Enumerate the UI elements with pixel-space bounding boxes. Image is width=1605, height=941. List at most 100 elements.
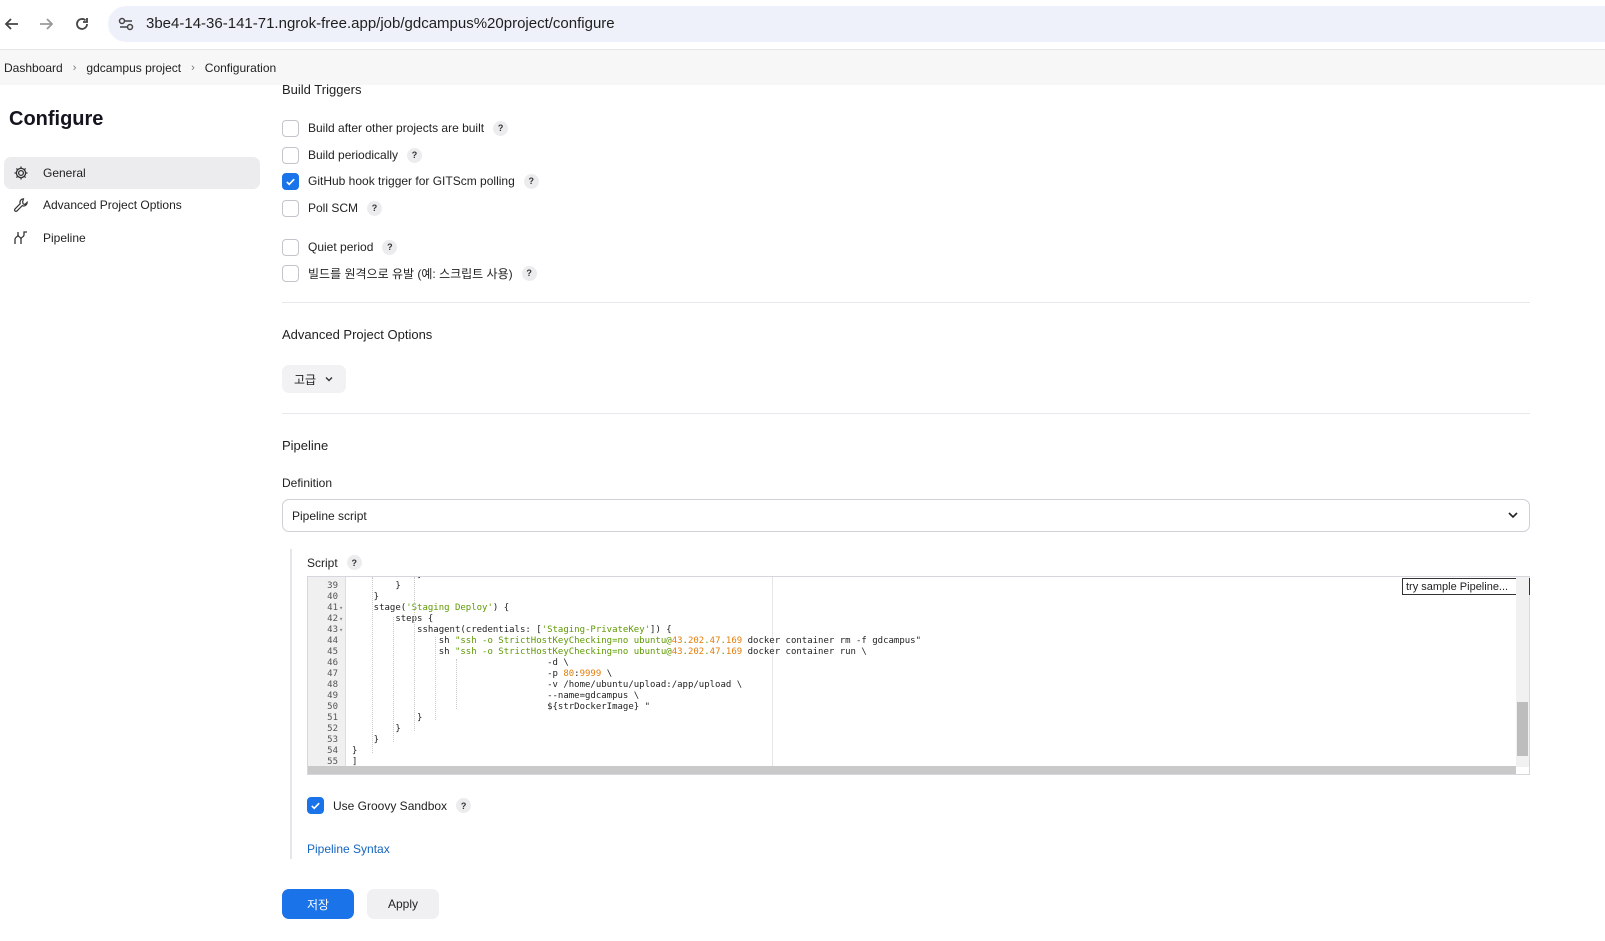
pipeline-title: Pipeline [282, 438, 329, 453]
build-triggers-title: Build Triggers [282, 82, 362, 97]
code-line: --name=gdcampus \ [352, 691, 640, 701]
checkbox-use-groovy-sandbox[interactable] [307, 797, 324, 814]
reload-button[interactable] [70, 12, 94, 36]
save-button[interactable]: 저장 [282, 889, 354, 919]
fold-arrow-icon[interactable]: ▾ [339, 625, 343, 636]
editor-gutter: 38394041▾42▾43▾444546474849505152535455 [308, 577, 346, 774]
definition-select[interactable]: Pipeline script [282, 499, 1530, 532]
help-icon[interactable]: ? [407, 147, 423, 163]
fold-arrow-icon[interactable]: ▾ [339, 603, 343, 614]
checkbox-build-after-other-projects[interactable] [282, 119, 299, 137]
help-icon[interactable]: ? [456, 798, 472, 813]
apply-button[interactable]: Apply [367, 889, 439, 919]
sandbox-option: Use Groovy Sandbox ? [307, 797, 472, 814]
chevron-right-icon: › [72, 61, 77, 74]
script-label-row: Script ? [307, 555, 362, 570]
option-label: Quiet period [308, 240, 374, 254]
chevron-down-icon [325, 377, 333, 382]
line-number: 41 [327, 603, 338, 613]
line-number: 44 [327, 636, 338, 646]
back-button[interactable] [0, 12, 24, 36]
indent-guide [456, 659, 457, 709]
address-bar[interactable]: 3be4-14-36-141-71.ngrok-free.app/job/gdc… [108, 6, 1605, 42]
code-line: ${strDockerImage} " [352, 702, 651, 712]
fold-arrow-icon[interactable]: ▾ [339, 614, 343, 625]
sample-pipeline-select[interactable]: try sample Pipeline... [1402, 578, 1530, 595]
help-icon[interactable]: ? [523, 173, 539, 189]
indent-guide [393, 617, 394, 742]
trigger-option: GitHub hook trigger for GITScm polling ? [282, 172, 539, 190]
line-number: 53 [327, 735, 338, 745]
url-text[interactable]: 3be4-14-36-141-71.ngrok-free.app/job/gdc… [146, 15, 615, 32]
page-title: Configure [9, 108, 104, 130]
script-editor[interactable]: 38394041▾42▾43▾444546474849505152535455 … [307, 576, 1530, 775]
indent-guide [435, 637, 436, 720]
checkbox-quiet-period[interactable] [282, 238, 299, 256]
line-number: 39 [327, 581, 338, 591]
chevron-down-icon [1508, 512, 1518, 519]
definition-label: Definition [282, 476, 333, 490]
gear-icon [12, 164, 30, 182]
pipeline-icon [12, 229, 30, 247]
code-line: sh "ssh -o StrictHostKeyChecking=no ubun… [352, 636, 921, 646]
line-number: 42 [327, 614, 338, 624]
line-number: 52 [327, 724, 338, 734]
line-number: 45 [327, 647, 338, 657]
definition-value: Pipeline script [292, 508, 367, 523]
breadcrumb: Dashboard › gdcampus project › Configura… [0, 49, 1605, 85]
arrow-left-icon [4, 18, 18, 30]
code-line: } [352, 581, 401, 591]
code-line: -v /home/ubuntu/upload:/app/upload \ [352, 680, 743, 690]
code-line: stage('Staging Deploy') { [352, 603, 510, 613]
help-icon[interactable]: ? [346, 555, 362, 570]
option-label: Build periodically [308, 148, 399, 162]
help-icon[interactable]: ? [367, 200, 383, 216]
help-icon[interactable]: ? [493, 120, 509, 136]
option-label: Build after other projects are built [308, 121, 485, 135]
line-number: 40 [327, 592, 338, 602]
advanced-button-label: 고급 [294, 372, 317, 387]
script-label: Script [307, 555, 338, 570]
checkbox-github-hook-trigger[interactable] [282, 172, 299, 190]
checkbox-poll-scm[interactable] [282, 199, 299, 217]
trigger-option: Build after other projects are built ? [282, 119, 509, 137]
breadcrumb-configuration[interactable]: Configuration [205, 61, 276, 75]
editor-scroll-thumb[interactable] [1517, 702, 1528, 756]
line-number: 46 [327, 658, 338, 668]
code-line: } [352, 735, 380, 745]
line-number: 50 [327, 702, 338, 712]
breadcrumb-project[interactable]: gdcampus project [86, 61, 181, 75]
breadcrumb-dashboard[interactable]: Dashboard [4, 61, 63, 75]
sidebar-item-general[interactable]: General [4, 157, 260, 189]
code-line: } [352, 746, 358, 756]
chevron-right-icon: › [191, 61, 195, 74]
checkmark-icon [311, 802, 320, 810]
pipeline-syntax-link[interactable]: Pipeline Syntax [307, 842, 390, 856]
trigger-option: Quiet period ? [282, 238, 398, 256]
line-number: 54 [327, 746, 338, 756]
line-number: 47 [327, 669, 338, 679]
checkbox-trigger-remotely[interactable] [282, 264, 299, 282]
code-line: } [352, 592, 380, 602]
trigger-option: Poll SCM ? [282, 199, 383, 217]
help-icon[interactable]: ? [382, 239, 398, 255]
trigger-option: 빌드를 원격으로 유발 (예: 스크립트 사용) ? [282, 264, 537, 282]
indent-guide [414, 577, 415, 731]
help-icon[interactable]: ? [521, 265, 537, 281]
sandbox-label: Use Groovy Sandbox [333, 798, 448, 813]
forward-button[interactable] [34, 12, 58, 36]
editor-horizontal-scrollbar[interactable] [308, 766, 1516, 774]
advanced-button[interactable]: 고급 [282, 365, 347, 393]
code-line: -d \ [352, 658, 569, 668]
checkbox-build-periodically[interactable] [282, 146, 299, 164]
code-line: sh "ssh -o StrictHostKeyChecking=no ubun… [352, 647, 867, 657]
line-number: 43 [327, 625, 338, 635]
reload-icon [76, 18, 88, 30]
sidebar-item-pipeline[interactable]: Pipeline [4, 222, 260, 254]
section-divider [282, 302, 1530, 303]
sample-pipeline-value: try sample Pipeline... [1406, 580, 1509, 593]
wrench-icon [12, 196, 30, 214]
sidebar-item-advanced-project-options[interactable]: Advanced Project Options [4, 189, 260, 221]
line-number: 51 [327, 713, 338, 723]
site-settings-icon[interactable] [116, 14, 136, 34]
